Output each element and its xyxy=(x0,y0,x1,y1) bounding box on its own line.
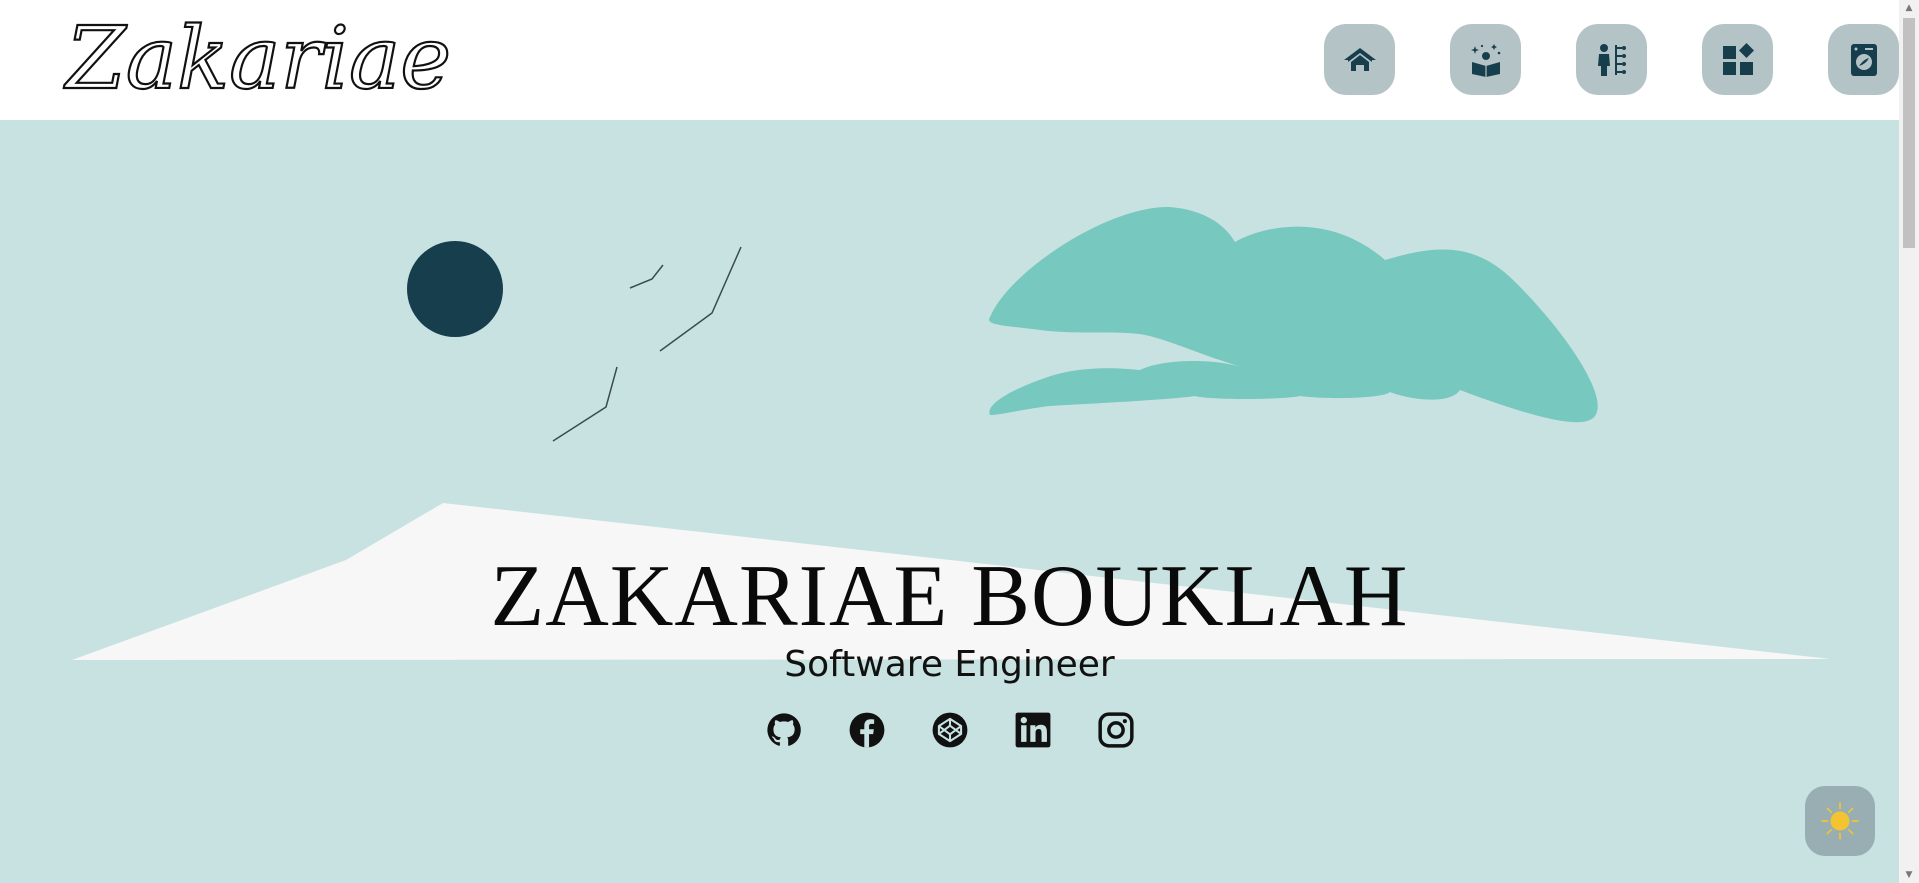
instagram-icon xyxy=(1097,712,1134,748)
instagram-link[interactable] xyxy=(1096,710,1136,750)
cloud-shape xyxy=(989,206,1598,423)
facebook-link[interactable] xyxy=(847,710,887,750)
logo-text: Zakariae xyxy=(63,9,451,108)
house-icon xyxy=(1343,47,1376,71)
facebook-icon xyxy=(849,712,884,748)
linkedin-icon xyxy=(1015,712,1050,748)
scroll-up-arrow-icon[interactable]: ▲ xyxy=(1899,0,1919,16)
github-link[interactable] xyxy=(764,710,804,750)
scroll-thumb[interactable] xyxy=(1903,18,1915,248)
hero-role: Software Engineer xyxy=(784,644,1115,685)
nav-projects-button[interactable] xyxy=(1702,24,1773,95)
sun-icon xyxy=(1821,802,1859,840)
moon-shape xyxy=(407,241,503,337)
person-tree-icon xyxy=(1597,43,1626,76)
nav-skills-button[interactable] xyxy=(1576,24,1647,95)
nav-about-button[interactable] xyxy=(1450,24,1521,95)
site-logo[interactable]: Zakariae xyxy=(62,8,462,108)
scroll-down-arrow-icon[interactable]: ▼ xyxy=(1899,867,1919,883)
page-scrollbar[interactable]: ▲ ▼ xyxy=(1899,0,1919,883)
linkedin-link[interactable] xyxy=(1013,710,1053,750)
main-nav xyxy=(1324,24,1899,95)
theme-toggle-button[interactable] xyxy=(1805,786,1875,856)
nav-blog-button[interactable] xyxy=(1828,24,1899,95)
codepen-icon xyxy=(932,712,967,748)
site-header: Zakariae xyxy=(0,0,1899,120)
hero-name: ZAKARIAE BOUKLAH xyxy=(490,548,1409,645)
washing-machine-icon xyxy=(1850,43,1877,76)
nav-home-button[interactable] xyxy=(1324,24,1395,95)
widgets-icon xyxy=(1722,42,1754,75)
portfolio-page: Zakariae ZAKARIAE BOUKLAH Software Engin… xyxy=(0,0,1919,883)
bird-strokes xyxy=(552,246,742,442)
hero-section xyxy=(0,120,1899,883)
social-links xyxy=(0,710,1899,750)
github-icon xyxy=(766,713,801,746)
codepen-link[interactable] xyxy=(930,710,970,750)
reading-book-icon xyxy=(1470,43,1500,77)
